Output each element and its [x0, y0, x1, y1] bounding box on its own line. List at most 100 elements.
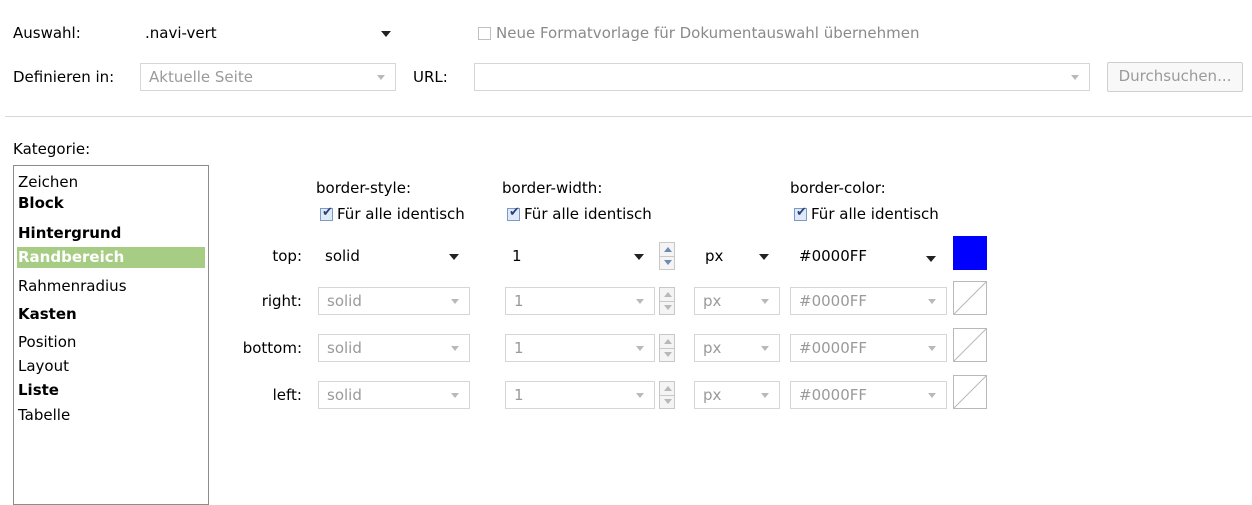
spin-down-icon[interactable] — [664, 399, 672, 404]
left-style-select[interactable]: solid — [318, 381, 470, 409]
side-label-left: left: — [272, 386, 302, 404]
bottom-width-input[interactable]: 1 — [505, 334, 655, 362]
style-same-label: Für alle identisch — [337, 205, 465, 223]
left-color-value: #0000FF — [799, 386, 867, 404]
width-same-label: Für alle identisch — [524, 205, 652, 223]
border-width-header: border-width: — [502, 179, 603, 197]
left-unit-value: px — [703, 386, 722, 404]
right-width-value: 1 — [514, 292, 524, 310]
header-divider — [5, 116, 1252, 117]
kategorie-item-randbereich[interactable]: Randbereich — [17, 247, 205, 268]
chevron-down-icon — [449, 254, 459, 260]
chevron-down-icon — [636, 393, 644, 398]
spin-up-icon[interactable] — [664, 292, 672, 297]
chevron-down-icon — [928, 346, 936, 351]
bottom-color-swatch-none-icon[interactable] — [953, 328, 987, 362]
top-color-swatch[interactable] — [953, 236, 987, 270]
top-color-input[interactable]: #0000FF — [790, 242, 947, 270]
auswahl-value: .navi-vert — [145, 24, 217, 42]
left-style-value: solid — [327, 386, 362, 404]
bottom-style-select[interactable]: solid — [318, 334, 470, 362]
url-input[interactable] — [474, 63, 1090, 91]
left-color-input[interactable]: #0000FF — [790, 381, 947, 409]
spin-down-icon[interactable] — [664, 352, 672, 357]
chevron-down-icon — [451, 346, 459, 351]
chevron-down-icon — [761, 346, 769, 351]
spin-up-icon[interactable] — [664, 339, 672, 344]
top-color-value: #0000FF — [799, 247, 867, 265]
definieren-label: Definieren in: — [13, 68, 115, 86]
kategorie-list[interactable]: Zeichen Block Hintergrund Randbereich Ra… — [13, 165, 209, 505]
chevron-down-icon — [926, 256, 936, 262]
bottom-color-value: #0000FF — [799, 339, 867, 357]
left-width-spinner[interactable] — [659, 381, 675, 409]
bottom-unit-select[interactable]: px — [694, 334, 780, 362]
neue-format-checkbox[interactable] — [478, 27, 491, 40]
right-width-spinner[interactable] — [659, 287, 675, 315]
right-style-select[interactable]: solid — [318, 287, 470, 315]
check-icon: ✔ — [796, 205, 807, 220]
chevron-down-icon — [451, 393, 459, 398]
check-icon: ✔ — [322, 205, 333, 220]
color-same-checkbox[interactable]: ✔ — [794, 205, 807, 221]
top-width-spinner[interactable] — [659, 242, 675, 270]
top-width-input[interactable]: 1 — [505, 242, 655, 270]
chevron-down-icon — [377, 75, 385, 80]
chevron-down-icon — [928, 299, 936, 304]
right-unit-value: px — [703, 292, 722, 310]
top-width-value: 1 — [512, 247, 522, 265]
top-style-select[interactable]: solid — [318, 242, 470, 270]
bottom-unit-value: px — [703, 339, 722, 357]
neue-format-label: Neue Formatvorlage für Dokumentauswahl ü… — [496, 24, 920, 42]
chevron-down-icon — [1071, 75, 1079, 80]
side-label-bottom: bottom: — [242, 339, 302, 357]
left-color-swatch-none-icon[interactable] — [953, 375, 987, 409]
kategorie-item-liste[interactable]: Liste — [18, 380, 59, 401]
width-same-checkbox[interactable]: ✔ — [507, 205, 520, 221]
url-label: URL: — [413, 68, 448, 86]
kategorie-item-rahmenradius[interactable]: Rahmenradius — [18, 276, 127, 297]
right-width-input[interactable]: 1 — [505, 287, 655, 315]
border-style-header: border-style: — [316, 179, 411, 197]
kategorie-item-tabelle[interactable]: Tabelle — [18, 405, 70, 426]
auswahl-select[interactable]: .navi-vert — [140, 19, 402, 47]
top-style-value: solid — [325, 247, 360, 265]
spin-down-icon[interactable] — [664, 305, 672, 310]
chevron-down-icon — [636, 299, 644, 304]
browse-button[interactable]: Durchsuchen... — [1107, 62, 1243, 92]
kategorie-item-hintergrund[interactable]: Hintergrund — [18, 223, 121, 244]
top-unit-value: px — [705, 247, 724, 265]
border-color-header: border-color: — [790, 179, 886, 197]
kategorie-item-zeichen[interactable]: Zeichen — [18, 172, 78, 193]
definieren-select[interactable]: Aktuelle Seite — [140, 63, 396, 91]
chevron-down-icon — [636, 346, 644, 351]
chevron-down-icon — [381, 31, 391, 37]
chevron-down-icon — [634, 254, 644, 260]
left-width-value: 1 — [514, 386, 524, 404]
right-style-value: solid — [327, 292, 362, 310]
top-unit-select[interactable]: px — [694, 242, 780, 270]
right-unit-select[interactable]: px — [694, 287, 780, 315]
bottom-width-value: 1 — [514, 339, 524, 357]
kategorie-item-position[interactable]: Position — [18, 332, 76, 353]
spin-up-icon[interactable] — [664, 386, 672, 391]
bottom-width-spinner[interactable] — [659, 334, 675, 362]
right-color-swatch-none-icon[interactable] — [953, 281, 987, 315]
bottom-style-value: solid — [327, 339, 362, 357]
kategorie-item-block[interactable]: Block — [18, 193, 64, 214]
left-width-input[interactable]: 1 — [505, 381, 655, 409]
kategorie-item-layout[interactable]: Layout — [18, 356, 69, 377]
right-color-input[interactable]: #0000FF — [790, 287, 947, 315]
chevron-down-icon — [928, 393, 936, 398]
right-color-value: #0000FF — [799, 292, 867, 310]
chevron-down-icon — [761, 299, 769, 304]
check-icon: ✔ — [509, 205, 520, 220]
bottom-color-input[interactable]: #0000FF — [790, 334, 947, 362]
kategorie-label: Kategorie: — [13, 140, 91, 158]
kategorie-item-kasten[interactable]: Kasten — [18, 304, 77, 325]
spin-up-icon[interactable] — [664, 247, 672, 252]
color-same-label: Für alle identisch — [811, 205, 939, 223]
left-unit-select[interactable]: px — [694, 381, 780, 409]
spin-down-icon[interactable] — [664, 260, 672, 265]
style-same-checkbox[interactable]: ✔ — [320, 205, 333, 221]
